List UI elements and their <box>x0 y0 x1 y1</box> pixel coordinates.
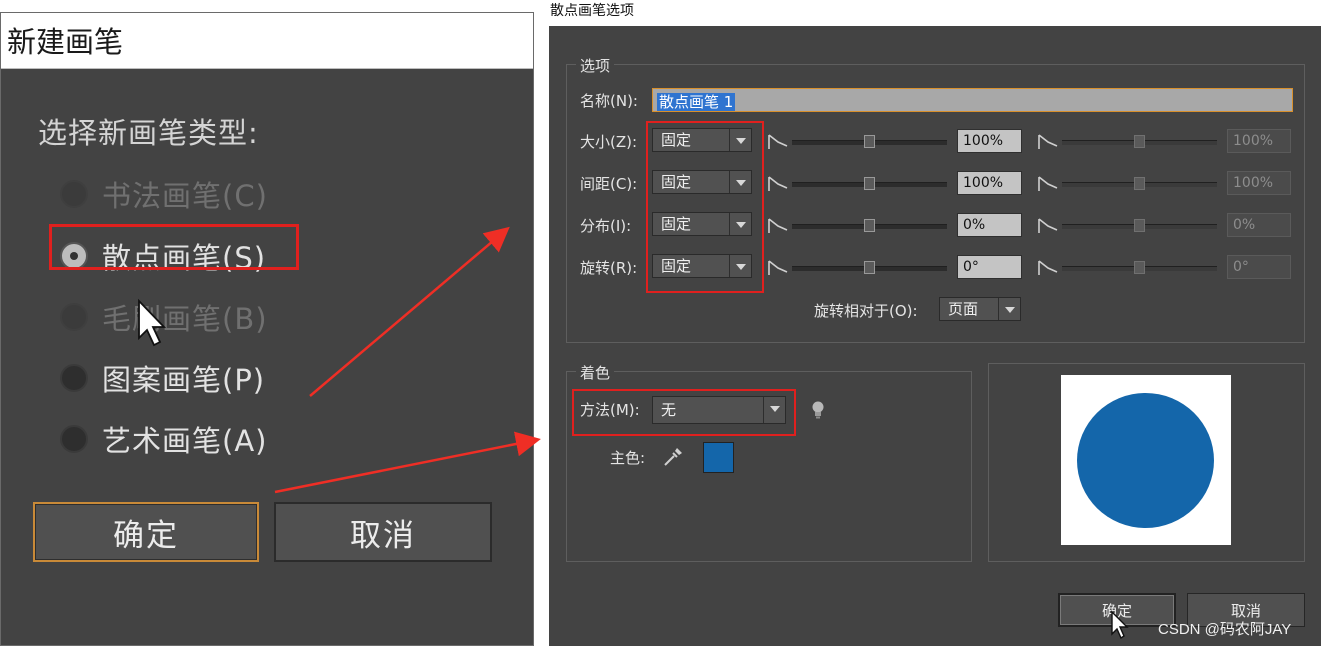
new-brush-titlebar: 新建画笔 <box>1 13 533 69</box>
max-slider-icon <box>1038 134 1058 149</box>
radio-button[interactable] <box>60 303 88 331</box>
scatter-min-value[interactable]: 0% <box>957 213 1022 237</box>
preview-canvas <box>1061 375 1231 545</box>
radio-bristle-brush[interactable]: 毛刷画笔(B) <box>60 295 268 339</box>
size-max-value: 100% <box>1227 129 1291 153</box>
name-label: 名称(N): <box>580 92 638 110</box>
key-color-swatch[interactable] <box>703 442 734 473</box>
radio-button[interactable] <box>60 180 88 208</box>
cancel-button[interactable]: 取消 <box>274 502 492 562</box>
options-legend: 选项 <box>576 55 615 76</box>
radio-art-brush[interactable]: 艺术画笔(A) <box>60 417 267 461</box>
brush-name-value: 散点画笔 1 <box>657 93 736 111</box>
radio-pattern-brush[interactable]: 图案画笔(P) <box>60 356 265 400</box>
max-slider-icon <box>1038 176 1058 191</box>
radio-label: 图案画笔(P) <box>102 363 266 397</box>
brush-name-input[interactable]: 散点画笔 1 <box>652 88 1293 112</box>
rotation-min-slider-thumb[interactable] <box>864 261 875 274</box>
chevron-down-icon <box>998 298 1020 320</box>
rotate-relative-label: 旋转相对于(O): <box>814 302 918 320</box>
eyedropper-icon[interactable] <box>662 446 684 468</box>
rotate-relative-dropdown[interactable]: 页面 <box>939 297 1021 321</box>
rotation-min-value[interactable]: 0° <box>957 255 1022 279</box>
max-slider-icon <box>1038 260 1058 275</box>
spacing-min-slider-thumb[interactable] <box>864 177 875 190</box>
min-slider-icon <box>768 260 788 275</box>
scatter-brush-highlight-box <box>49 224 299 270</box>
size-max-slider-thumb <box>1134 135 1145 148</box>
tips-lightbulb-icon[interactable] <box>810 400 826 420</box>
scatter-label: 分布(I): <box>580 217 632 235</box>
spacing-max-value: 100% <box>1227 171 1291 195</box>
preview-brush-circle <box>1077 393 1214 528</box>
brush-type-prompt: 选择新画笔类型: <box>38 116 259 150</box>
scatter-min-slider-thumb[interactable] <box>864 219 875 232</box>
radio-label: 书法画笔(C) <box>102 179 268 213</box>
min-slider-icon <box>768 218 788 233</box>
colorization-legend: 着色 <box>576 362 615 383</box>
key-color-label: 主色: <box>610 449 646 467</box>
radio-calligraphic-brush[interactable]: 书法画笔(C) <box>60 172 268 216</box>
min-slider-icon <box>768 134 788 149</box>
size-label: 大小(Z): <box>580 133 638 151</box>
spacing-label: 间距(C): <box>580 175 638 193</box>
scatter-brush-options-title: 散点画笔选项 <box>550 3 634 19</box>
rotation-max-slider-thumb <box>1134 261 1145 274</box>
radio-label: 毛刷画笔(B) <box>102 302 268 336</box>
radio-button[interactable] <box>60 364 88 392</box>
size-min-value[interactable]: 100% <box>957 129 1022 153</box>
scatter-max-value: 0% <box>1227 213 1291 237</box>
mode-dropdowns-highlight-box <box>646 121 764 293</box>
spacing-min-value[interactable]: 100% <box>957 171 1022 195</box>
radio-button[interactable] <box>60 425 88 453</box>
scatter-max-slider-thumb <box>1134 219 1145 232</box>
new-brush-title: 新建画笔 <box>7 25 124 59</box>
spacing-max-slider-thumb <box>1134 177 1145 190</box>
ok-button[interactable]: 确定 <box>33 502 259 562</box>
radio-label: 艺术画笔(A) <box>102 424 268 458</box>
size-min-slider-thumb[interactable] <box>864 135 875 148</box>
min-slider-icon <box>768 176 788 191</box>
watermark-text: CSDN @码农阿JAY <box>1158 621 1292 638</box>
max-slider-icon <box>1038 218 1058 233</box>
method-highlight-box <box>572 389 796 436</box>
rotation-label: 旋转(R): <box>580 259 638 277</box>
rotation-max-value: 0° <box>1227 255 1291 279</box>
rotate-relative-value: 页面 <box>948 300 979 318</box>
